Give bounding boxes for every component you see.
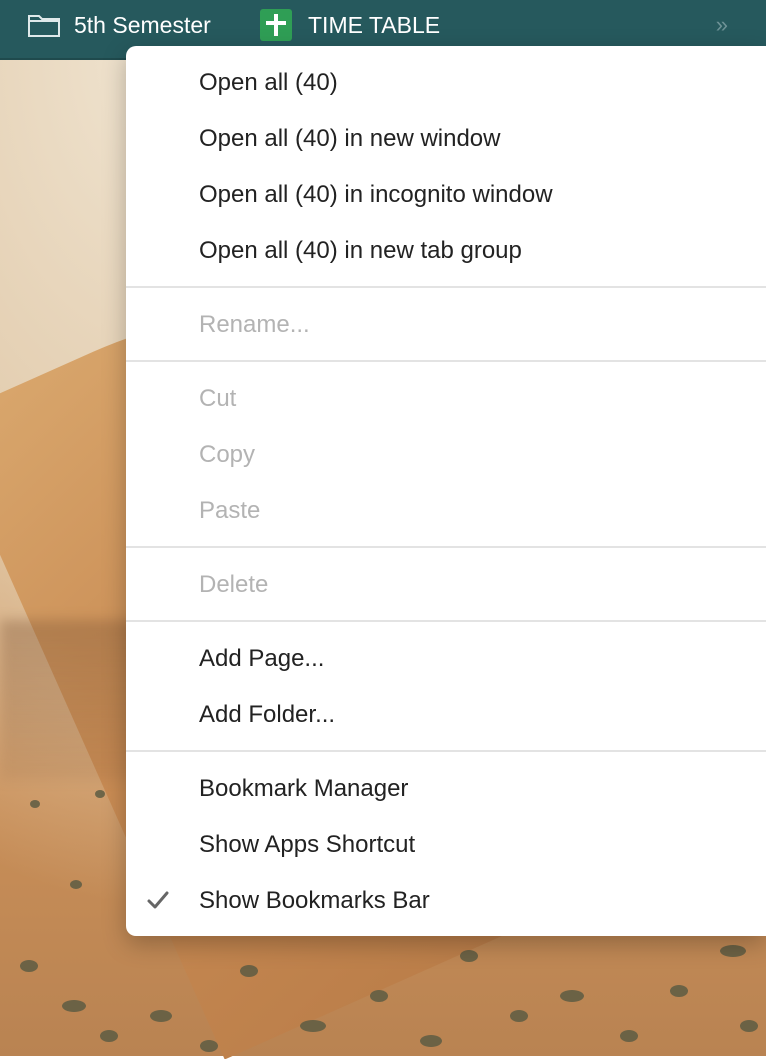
menu-separator	[126, 546, 766, 548]
desert-shrub	[560, 990, 584, 1002]
menu-item-label: Delete	[199, 571, 269, 598]
menu-item-open-all-new-window[interactable]: Open all (40) in new window	[126, 116, 766, 162]
bookmark-folder-label: 5th Semester	[74, 11, 211, 38]
menu-item-open-all-tab-group[interactable]: Open all (40) in new tab group	[126, 228, 766, 274]
menu-item-bookmark-manager[interactable]: Bookmark Manager	[126, 766, 766, 812]
google-sheets-icon	[260, 9, 292, 41]
menu-item-label: Add Page...	[199, 645, 325, 672]
desert-shrub	[300, 1020, 326, 1032]
menu-item-open-all-incognito[interactable]: Open all (40) in incognito window	[126, 172, 766, 218]
desert-shrub	[620, 1030, 638, 1042]
desert-shrub	[420, 1035, 442, 1047]
desert-shrub	[62, 1000, 86, 1012]
menu-item-add-page[interactable]: Add Page...	[126, 636, 766, 682]
menu-item-delete: Delete	[126, 562, 766, 608]
desert-shrub	[740, 1020, 758, 1032]
menu-item-label: Open all (40)	[199, 69, 338, 96]
menu-item-label: Open all (40) in new tab group	[199, 237, 522, 264]
menu-item-label: Open all (40) in incognito window	[199, 181, 553, 208]
menu-item-add-folder[interactable]: Add Folder...	[126, 692, 766, 738]
desert-shrub	[670, 985, 688, 997]
desert-shrub	[20, 960, 38, 972]
menu-separator	[126, 620, 766, 622]
menu-item-label: Rename...	[199, 311, 310, 338]
menu-separator	[126, 750, 766, 752]
checkmark-icon	[147, 891, 169, 909]
menu-separator	[126, 360, 766, 362]
menu-item-paste: Paste	[126, 488, 766, 534]
bookmark-folder-5th-semester[interactable]: 5th Semester	[28, 10, 211, 40]
desert-shrub	[370, 990, 388, 1002]
menu-item-open-all[interactable]: Open all (40)	[126, 60, 766, 106]
menu-item-label: Bookmark Manager	[199, 775, 409, 802]
menu-item-label: Show Apps Shortcut	[199, 831, 416, 858]
menu-item-label: Cut	[199, 385, 237, 412]
menu-item-show-bookmarks-bar[interactable]: Show Bookmarks Bar	[126, 878, 766, 924]
desert-shrub	[510, 1010, 528, 1022]
desert-shrub	[70, 880, 82, 889]
bookmark-time-table[interactable]: TIME TABLE	[260, 9, 441, 41]
desert-shrub	[720, 945, 746, 957]
desert-shrub	[240, 965, 258, 977]
desert-shrub	[200, 1040, 218, 1052]
menu-item-label: Open all (40) in new window	[199, 125, 501, 152]
dune-shadow	[0, 620, 140, 780]
desert-shrub	[150, 1010, 172, 1022]
menu-item-label: Show Bookmarks Bar	[199, 887, 430, 914]
desert-shrub	[100, 1030, 118, 1042]
folder-icon	[28, 15, 60, 37]
menu-item-label: Add Folder...	[199, 701, 336, 728]
menu-item-copy: Copy	[126, 432, 766, 478]
overflow-chevron-icon[interactable]: »	[716, 12, 728, 38]
desert-shrub	[95, 790, 105, 798]
bookmark-context-menu: Open all (40) Open all (40) in new windo…	[126, 46, 766, 936]
menu-item-label: Paste	[199, 497, 261, 524]
menu-separator	[126, 286, 766, 288]
menu-item-show-apps-shortcut[interactable]: Show Apps Shortcut	[126, 822, 766, 868]
bookmark-label: TIME TABLE	[308, 11, 441, 38]
desert-shrub	[30, 800, 40, 808]
menu-item-label: Copy	[199, 441, 256, 468]
menu-item-cut: Cut	[126, 376, 766, 422]
menu-item-rename: Rename...	[126, 302, 766, 348]
desert-shrub	[460, 950, 478, 962]
